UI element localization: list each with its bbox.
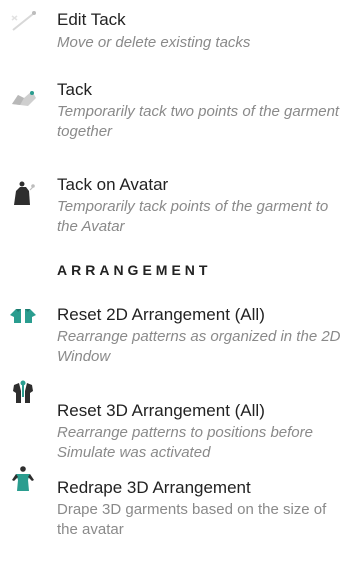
menu-item-edit-tack[interactable]: Edit Tack Move or delete existing tacks [0, 10, 354, 58]
menu-item-redrape-3d-arrangement[interactable]: Redrape 3D Arrangement Drape 3D garments… [0, 466, 354, 556]
menu-item-label: Redrape 3D Arrangement [57, 478, 251, 497]
menu-item-reset-3d-arrangement[interactable]: Reset 3D Arrangement (All) Rearrange pat… [0, 380, 354, 475]
menu-item-label: Reset 2D Arrangement (All) [57, 305, 265, 324]
redrape-3d-arrangement-icon [8, 466, 38, 492]
menu-item-description: Temporarily tack points of the garment t… [57, 198, 329, 235]
menu-item-label: Edit Tack [57, 10, 126, 29]
menu-item-label: Reset 3D Arrangement (All) [57, 401, 265, 420]
menu-item-tack[interactable]: Tack Temporarily tack two points of the … [0, 80, 354, 148]
menu-item-tack-on-avatar[interactable]: Tack on Avatar Temporarily tack points o… [0, 175, 354, 243]
reset-2d-arrangement-icon [8, 303, 38, 329]
menu-item-description: Drape 3D garments based on the size of t… [57, 501, 327, 538]
edit-tack-icon [8, 10, 38, 36]
menu-item-reset-2d-arrangement[interactable]: Reset 2D Arrangement (All) Rearrange pat… [0, 305, 354, 373]
section-header-arrangement: ARRANGEMENT [57, 262, 212, 278]
menu-item-label: Tack [57, 80, 92, 99]
menu-item-description: Temporarily tack two points of the garme… [57, 103, 340, 140]
menu-item-description: Move or delete existing tacks [57, 34, 251, 51]
menu-item-label: Tack on Avatar [57, 175, 169, 194]
reset-3d-arrangement-icon [8, 379, 38, 405]
menu-item-description: Rearrange patterns as organized in the 2… [57, 328, 341, 365]
tack-on-avatar-icon [8, 181, 38, 207]
tack-icon [8, 86, 38, 112]
menu-item-description: Rearrange patterns to positions before S… [57, 424, 313, 461]
